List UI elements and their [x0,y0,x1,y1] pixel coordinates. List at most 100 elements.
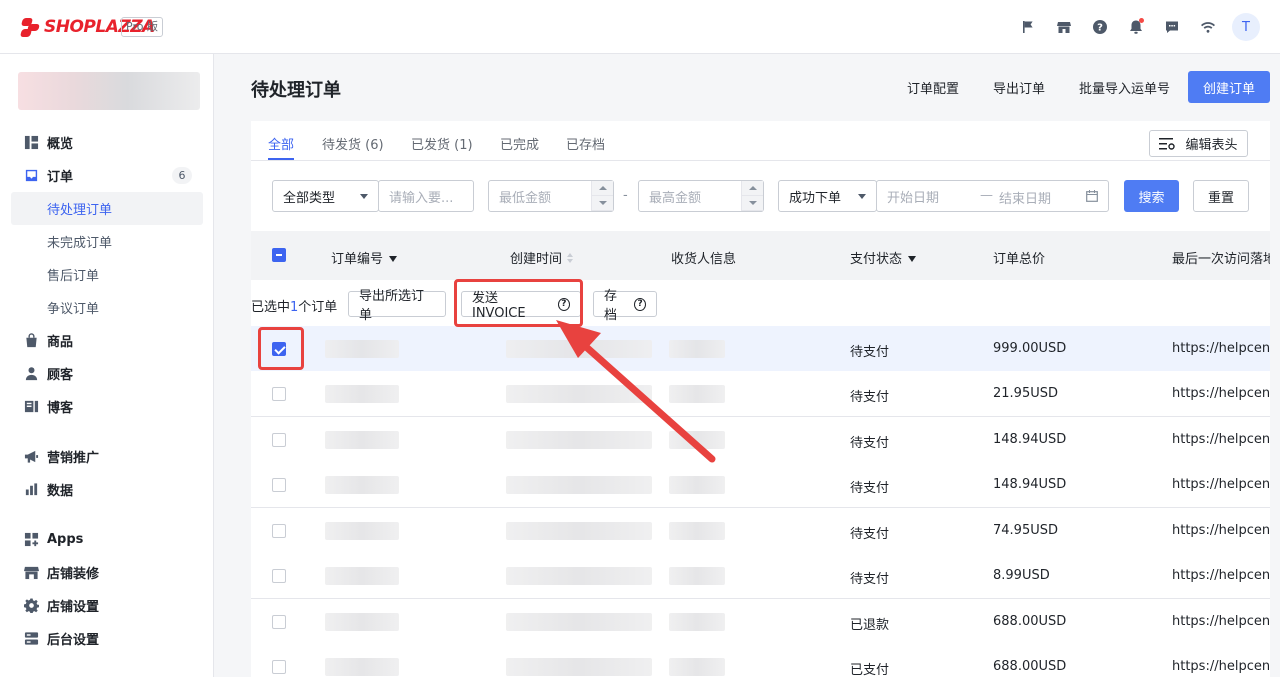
table-row[interactable]: 待支付 8.99USD https://helpcente [251,553,1270,599]
tab-shipped[interactable]: 已发货 (1) [411,134,473,153]
order-number-blurred[interactable] [325,658,399,676]
sidebar-item-label: 营销推广 [47,451,100,466]
order-config-button[interactable]: 订单配置 [907,78,959,97]
recipient-blurred [669,340,725,358]
gear-icon [23,598,39,614]
wifi-icon[interactable] [1190,13,1226,41]
column-header-created[interactable]: 创建时间 [510,248,575,267]
min-amount-stepper[interactable] [591,181,613,211]
landing-page-cell[interactable]: https://helpcente [1172,614,1270,629]
sidebar-item-dispute-orders[interactable]: 争议订单 [0,291,214,324]
bulk-import-tracking-button[interactable]: 批量导入运单号 [1079,78,1170,97]
landing-page-cell[interactable]: https://helpcente [1172,568,1270,583]
table-row[interactable]: 待支付 148.94USD https://helpcente [251,462,1270,508]
tab-archived[interactable]: 已存档 [566,134,605,153]
order-number-blurred[interactable] [325,385,399,403]
order-number-blurred[interactable] [325,340,399,358]
export-orders-button[interactable]: 导出订单 [993,78,1045,97]
keyword-input[interactable]: 请输入要... [378,180,474,212]
selected-prefix: 已选中 [251,300,291,315]
sidebar-item-analytics[interactable]: 数据 [0,473,214,506]
user-avatar[interactable]: T [1232,13,1260,41]
pay-status-cell: 待支付 [850,481,890,496]
tab-all[interactable]: 全部 [268,134,294,153]
table-row[interactable]: 已支付 688.00USD https://helpcente [251,644,1270,677]
order-number-blurred[interactable] [325,431,399,449]
sidebar-item-online-store[interactable]: 店铺装修 [0,556,214,589]
date-range-picker[interactable]: 开始日期 — 结束日期 [876,180,1109,212]
orders-count-badge: 6 [172,167,192,184]
edit-table-header-button[interactable]: 编辑表头 [1149,130,1248,157]
export-selected-button[interactable]: 导出所选订单 [348,289,446,323]
sidebar-item-marketing[interactable]: 营销推广 [0,440,214,473]
row-checkbox[interactable] [272,478,286,492]
max-amount-input[interactable]: 最高金额 [638,180,764,212]
landing-page-cell[interactable]: https://helpcente [1172,386,1270,401]
landing-page-cell[interactable]: https://helpcente [1172,432,1270,447]
column-header-recipient: 收货人信息 [671,252,737,267]
sidebar-item-overview[interactable]: 概览 [0,126,214,159]
sidebar-item-after-sales-orders[interactable]: 售后订单 [0,258,214,291]
row-checkbox[interactable] [272,660,286,674]
row-checkbox[interactable] [272,387,286,401]
date-range-separator: — [980,188,993,203]
sidebar-item-pending-orders[interactable]: 待处理订单 [11,192,203,225]
help-circle-icon[interactable]: ? [634,297,646,311]
notification-bell-icon[interactable] [1118,13,1154,41]
create-order-button[interactable]: 创建订单 [1187,71,1270,103]
row-checkbox[interactable] [272,615,286,629]
calendar-icon [1086,190,1098,202]
store-icon[interactable] [1046,13,1082,41]
sidebar-item-label: 概览 [47,137,74,152]
start-date-placeholder: 开始日期 [887,190,940,206]
pay-status-cell: 待支付 [850,436,890,451]
table-row[interactable]: 待支付 74.95USD https://helpcente [251,508,1270,554]
table-row[interactable]: 待支付 21.95USD https://helpcente [251,371,1270,417]
landing-page-cell[interactable]: https://helpcente [1172,341,1270,356]
reset-button[interactable]: 重置 [1193,180,1249,212]
flag-icon[interactable] [1010,13,1046,41]
table-row[interactable]: 待支付 999.00USD https://helpcente [251,326,1270,372]
row-checkbox[interactable] [272,524,286,538]
sidebar-item-orders[interactable]: 订单 6 [0,159,214,192]
store-name-blurred[interactable] [18,72,200,110]
page-title: 待处理订单 [251,80,341,101]
column-header-order-no[interactable]: 订单编号 [331,248,398,267]
sidebar-item-products[interactable]: 商品 [0,324,214,357]
row-checkbox[interactable] [272,433,286,447]
notification-dot [1139,18,1144,23]
table-row[interactable]: 待支付 148.94USD https://helpcente [251,417,1270,463]
search-button[interactable]: 搜索 [1124,180,1179,212]
landing-page-cell[interactable]: https://helpcente [1172,477,1270,492]
order-type-select[interactable]: 全部类型 [272,180,379,212]
select-all-checkbox[interactable] [272,248,286,262]
min-amount-input[interactable]: 最低金额 [488,180,614,212]
archive-button[interactable]: 存档 ? [593,289,657,323]
landing-page-cell[interactable]: https://helpcente [1172,523,1270,538]
tab-completed[interactable]: 已完成 [500,134,539,153]
order-number-blurred[interactable] [325,522,399,540]
row-checkbox[interactable] [272,569,286,583]
bulk-action-bar: 已选中1个订单 导出所选订单 发送 INVOICE ? 存档 ? [251,280,1270,326]
sidebar-item-admin-settings[interactable]: 后台设置 [0,622,214,655]
recipient-blurred [669,522,725,540]
order-number-blurred[interactable] [325,613,399,631]
sidebar-item-apps[interactable]: Apps [0,523,214,556]
sidebar-item-blog[interactable]: 博客 [0,390,214,423]
sidebar-item-store-settings[interactable]: 店铺设置 [0,589,214,622]
landing-page-cell[interactable]: https://helpcente [1172,659,1270,674]
sidebar-item-customers[interactable]: 顾客 [0,357,214,390]
help-icon[interactable]: ? [1082,13,1118,41]
sidebar-item-label: 顾客 [47,368,74,383]
table-row[interactable]: 已退款 688.00USD https://helpcente [251,599,1270,645]
message-icon[interactable] [1154,13,1190,41]
tab-awaiting-shipment[interactable]: 待发货 (6) [322,134,384,153]
order-status-select[interactable]: 成功下单 [778,180,877,212]
column-header-pay-status[interactable]: 支付状态 [850,248,917,267]
max-amount-stepper[interactable] [741,181,763,211]
sidebar-item-incomplete-orders[interactable]: 未完成订单 [0,225,214,258]
created-time-blurred [506,567,652,585]
order-number-blurred[interactable] [325,567,399,585]
caret-down-icon [360,194,368,199]
order-number-blurred[interactable] [325,476,399,494]
